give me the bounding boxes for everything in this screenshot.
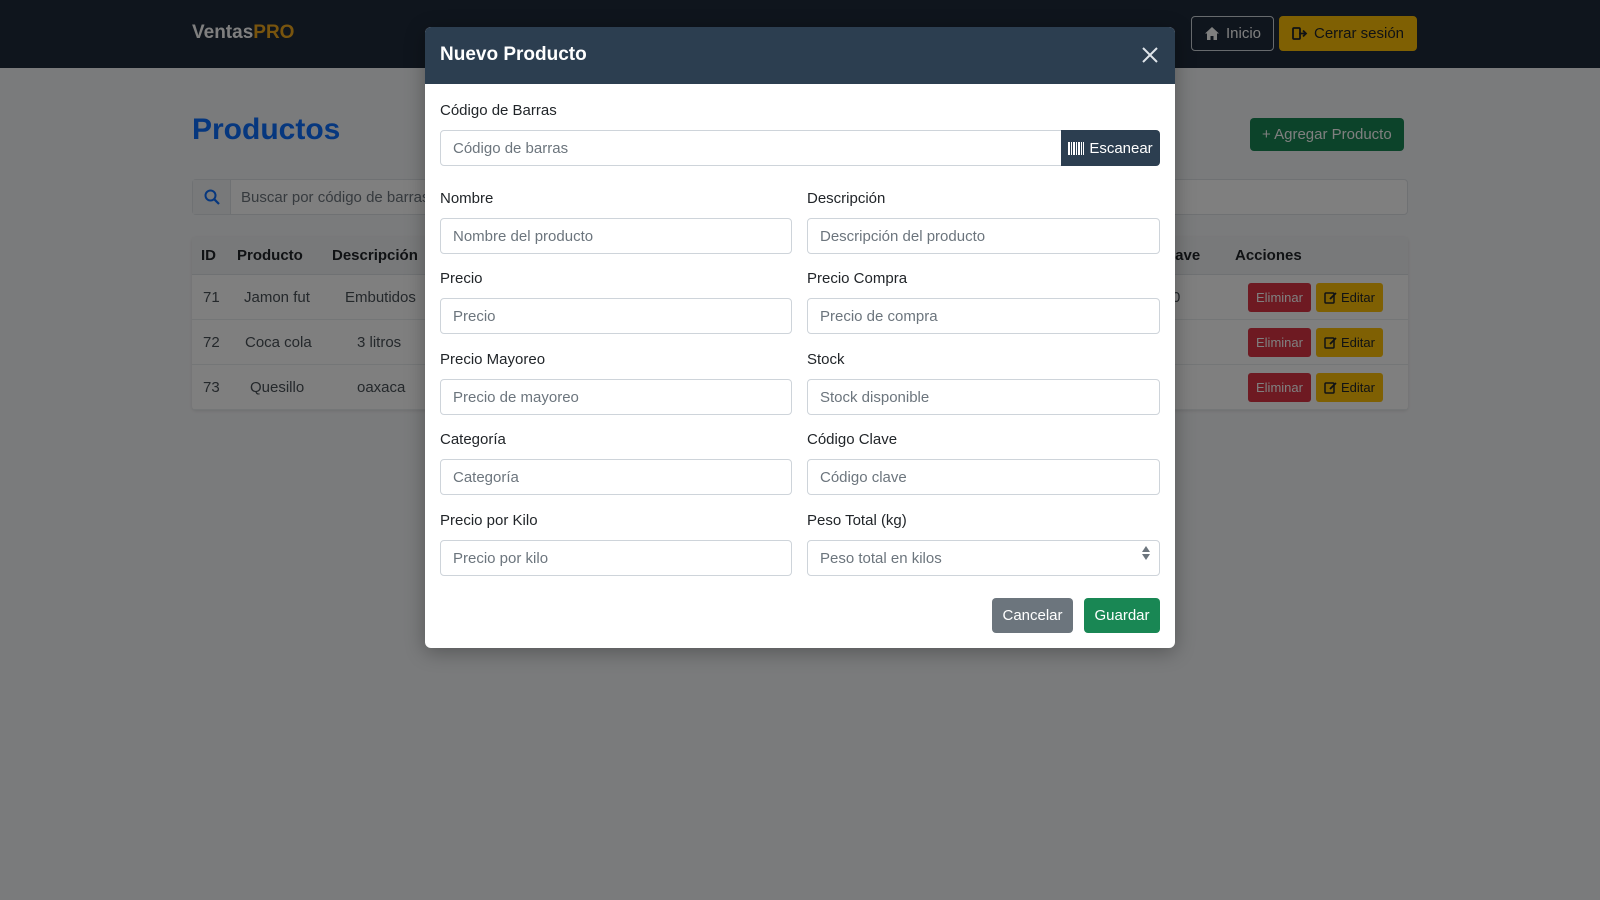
stock-label: Stock: [807, 351, 845, 368]
codigo-clave-label: Código Clave: [807, 431, 898, 448]
spinner-down-icon[interactable]: [1142, 554, 1150, 560]
descripcion-input[interactable]: [807, 218, 1160, 254]
modal-header: Nuevo Producto: [425, 27, 1175, 84]
stock-input[interactable]: [807, 379, 1160, 415]
precio-compra-label: Precio Compra: [807, 270, 908, 287]
precio-kilo-label: Precio por Kilo: [440, 512, 538, 529]
save-button[interactable]: Guardar: [1084, 598, 1160, 633]
barcode-input[interactable]: [440, 130, 1062, 166]
scan-button[interactable]: Escanear: [1061, 130, 1160, 166]
nombre-input[interactable]: [440, 218, 792, 254]
peso-total-label: Peso Total (kg): [807, 512, 907, 529]
precio-kilo-input[interactable]: [440, 540, 792, 576]
peso-total-input[interactable]: [807, 540, 1160, 576]
modal-title: Nuevo Producto: [440, 44, 587, 65]
nombre-label: Nombre: [440, 190, 494, 207]
peso-total-field: [807, 540, 1160, 576]
precio-mayoreo-input[interactable]: [440, 379, 792, 415]
categoria-input[interactable]: [440, 459, 792, 495]
spinner-up-icon[interactable]: [1142, 546, 1150, 552]
precio-mayoreo-label: Precio Mayoreo: [440, 351, 546, 368]
barcode-icon: [1068, 141, 1085, 155]
barcode-label: Código de Barras: [440, 102, 557, 119]
close-icon: [1142, 47, 1158, 63]
cancel-button[interactable]: Cancelar: [992, 598, 1073, 633]
precio-compra-input[interactable]: [807, 298, 1160, 334]
descripcion-label: Descripción: [807, 190, 886, 207]
precio-input[interactable]: [440, 298, 792, 334]
scan-label: Escanear: [1089, 139, 1153, 157]
precio-label: Precio: [440, 270, 483, 287]
number-spinner[interactable]: [1142, 546, 1150, 560]
categoria-label: Categoría: [440, 431, 506, 448]
new-product-modal: Nuevo Producto Código de Barras Escanear…: [425, 27, 1175, 648]
codigo-clave-input[interactable]: [807, 459, 1160, 495]
close-button[interactable]: [1139, 44, 1161, 66]
